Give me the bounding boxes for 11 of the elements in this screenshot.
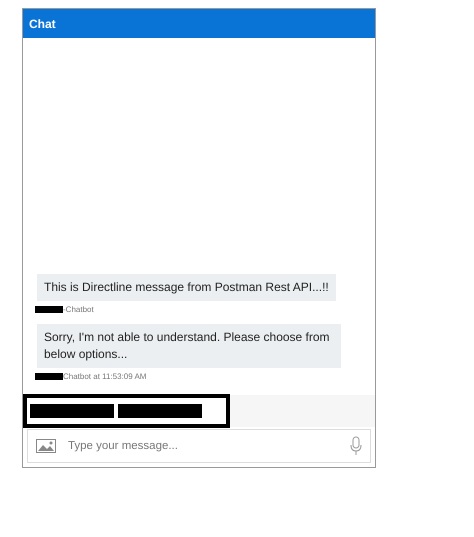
redaction-mark xyxy=(35,373,63,380)
message-meta: Chatbot at 11:53:09 AM xyxy=(63,372,146,381)
redaction-mark xyxy=(35,306,63,313)
message-meta: -Chatbot xyxy=(63,305,94,314)
message-input-bar[interactable]: Type your message... xyxy=(27,429,371,463)
message-bubble: This is Directline message from Postman Rest API...!! xyxy=(37,274,336,301)
message-input[interactable]: Type your message... xyxy=(66,439,340,453)
message-bubble: Sorry, I'm not able to understand. Please choose from below options... xyxy=(37,324,341,368)
image-icon[interactable] xyxy=(36,439,56,453)
microphone-icon[interactable] xyxy=(350,436,362,456)
window-title: Chat xyxy=(29,16,56,30)
